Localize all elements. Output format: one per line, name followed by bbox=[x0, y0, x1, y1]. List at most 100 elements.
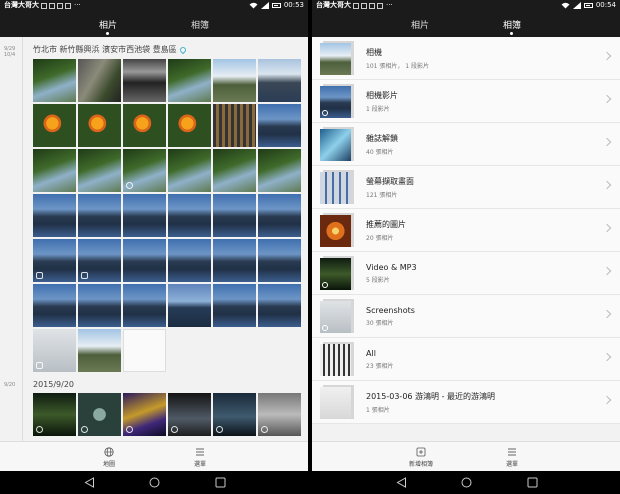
photo-thumbnail[interactable] bbox=[33, 194, 76, 237]
photo-thumbnail[interactable] bbox=[258, 194, 301, 237]
album-concert[interactable]: 2015-03-06 游鴻明 - 最近的游鴻明 1 張相片 bbox=[312, 381, 620, 424]
photo-thumbnail[interactable] bbox=[258, 104, 301, 147]
video-thumbnail[interactable] bbox=[78, 393, 121, 436]
album-name: Video & MP3 bbox=[366, 262, 417, 272]
photo-thumbnail[interactable] bbox=[168, 59, 211, 102]
tab-albums[interactable]: 相簿 bbox=[183, 11, 217, 37]
tab-albums[interactable]: 相簿 bbox=[495, 11, 529, 37]
photo-thumbnail[interactable] bbox=[78, 194, 121, 237]
group-date-start: 9/20 bbox=[4, 382, 16, 388]
back-icon[interactable] bbox=[84, 477, 95, 488]
chevron-right-icon bbox=[602, 51, 612, 61]
photo-thumbnail[interactable] bbox=[78, 284, 121, 327]
album-video-mp3[interactable]: Video & MP3 5 段影片 bbox=[312, 252, 620, 295]
chevron-right-icon bbox=[602, 223, 612, 233]
chevron-right-icon bbox=[602, 395, 612, 405]
photo-thumbnail[interactable] bbox=[213, 239, 256, 282]
album-screenshots-cn[interactable]: 螢幕擷取畫面 121 張相片 bbox=[312, 166, 620, 209]
video-thumbnail[interactable] bbox=[168, 393, 211, 436]
video-thumbnail[interactable] bbox=[123, 149, 166, 192]
system-nav-bar bbox=[312, 471, 620, 494]
photo-thumbnail[interactable] bbox=[33, 59, 76, 102]
photo-thumbnail[interactable] bbox=[213, 149, 256, 192]
home-icon[interactable] bbox=[149, 477, 160, 488]
video-thumbnail[interactable] bbox=[258, 393, 301, 436]
photo-thumbnail[interactable] bbox=[33, 149, 76, 192]
photo-thumbnail[interactable] bbox=[123, 104, 166, 147]
group-date-header[interactable]: 2015/9/20 bbox=[33, 380, 74, 389]
photo-thumbnail[interactable] bbox=[78, 59, 121, 102]
photo-thumbnail[interactable] bbox=[123, 284, 166, 327]
tab-photos[interactable]: 相片 bbox=[403, 11, 437, 37]
home-icon[interactable] bbox=[461, 477, 472, 488]
group-location: 竹北市 新竹縣興浜 濱安市西池袋 豊島區 bbox=[33, 45, 177, 54]
album-all[interactable]: All 23 張相片 bbox=[312, 338, 620, 381]
photo-thumbnail[interactable] bbox=[168, 194, 211, 237]
photo-thumbnail[interactable] bbox=[78, 149, 121, 192]
menu-button[interactable]: 選單 bbox=[487, 447, 537, 468]
photo-thumbnail[interactable] bbox=[258, 239, 301, 282]
album-screenshots[interactable]: Screenshots 30 張相片 bbox=[312, 295, 620, 338]
photo-thumbnail[interactable] bbox=[168, 149, 211, 192]
album-name: 相機影片 bbox=[366, 90, 398, 100]
panorama-badge-icon bbox=[36, 362, 43, 369]
photo-thumbnail[interactable] bbox=[123, 194, 166, 237]
album-count: 23 張相片 bbox=[366, 362, 394, 370]
album-count: 30 張相片 bbox=[366, 319, 394, 327]
video-badge-icon bbox=[126, 426, 133, 433]
video-thumbnail[interactable] bbox=[213, 393, 256, 436]
album-count: 5 段影片 bbox=[366, 276, 390, 284]
photo-thumbnail[interactable] bbox=[78, 104, 121, 147]
panorama-badge-icon bbox=[81, 272, 88, 279]
video-thumbnail[interactable] bbox=[123, 393, 166, 436]
tab-photos[interactable]: 相片 bbox=[91, 11, 125, 37]
recents-icon[interactable] bbox=[215, 477, 226, 488]
photo-thumbnail[interactable] bbox=[213, 59, 256, 102]
recents-icon[interactable] bbox=[527, 477, 538, 488]
photo-thumbnail[interactable] bbox=[168, 284, 211, 327]
video-thumbnail[interactable] bbox=[33, 393, 76, 436]
photo-thumbnail[interactable] bbox=[258, 59, 301, 102]
album-name: 螢幕擷取畫面 bbox=[366, 176, 414, 186]
album-count: 121 張相片 bbox=[366, 191, 398, 199]
group-location-header[interactable]: 竹北市 新竹縣興浜 濱安市西池袋 豊島區 bbox=[33, 44, 187, 55]
photo-thumbnail[interactable] bbox=[33, 239, 76, 282]
photo-thumbnail[interactable] bbox=[213, 284, 256, 327]
photo-thumbnail[interactable] bbox=[168, 104, 211, 147]
photo-thumbnail[interactable] bbox=[78, 329, 121, 372]
photo-thumbnail[interactable] bbox=[258, 149, 301, 192]
photo-thumbnail[interactable] bbox=[258, 284, 301, 327]
map-button[interactable]: 地圖 bbox=[84, 447, 134, 468]
system-nav-bar bbox=[0, 471, 308, 494]
menu-button[interactable]: 選單 bbox=[175, 447, 225, 468]
photo-thumbnail[interactable] bbox=[168, 239, 211, 282]
video-badge-icon bbox=[36, 426, 43, 433]
chevron-right-icon bbox=[602, 309, 612, 319]
notification-icon bbox=[57, 2, 63, 9]
photo-thumbnail[interactable] bbox=[123, 329, 166, 372]
photo-thumbnail[interactable] bbox=[123, 59, 166, 102]
photo-thumbnail[interactable] bbox=[213, 104, 256, 147]
album-camera[interactable]: 相機 101 張相片， 1 段影片 bbox=[312, 37, 620, 80]
notification-icon bbox=[377, 2, 383, 9]
new-album-button[interactable]: 新增相簿 bbox=[396, 447, 446, 468]
photo-thumbnail[interactable] bbox=[33, 104, 76, 147]
album-recommended[interactable]: 推薦的圖片 20 張相片 bbox=[312, 209, 620, 252]
album-camera-videos[interactable]: 相機影片 1 段影片 bbox=[312, 80, 620, 123]
panorama-badge-icon bbox=[36, 272, 43, 279]
photo-grid bbox=[33, 59, 301, 372]
photo-thumbnail[interactable] bbox=[213, 194, 256, 237]
album-name: 2015-03-06 游鴻明 - 最近的游鴻明 bbox=[366, 391, 496, 401]
carrier-name: 台灣大哥大 bbox=[4, 1, 39, 9]
photo-thumbnail[interactable] bbox=[123, 239, 166, 282]
chevron-right-icon bbox=[602, 94, 612, 104]
photo-thumbnail[interactable] bbox=[78, 239, 121, 282]
bottom-toolbar: 新增相簿 選單 bbox=[312, 441, 620, 471]
back-icon[interactable] bbox=[396, 477, 407, 488]
menu-label: 選單 bbox=[505, 461, 518, 468]
photo-thumbnail[interactable] bbox=[33, 284, 76, 327]
location-pin-icon bbox=[178, 45, 187, 54]
notification-icon bbox=[49, 2, 55, 9]
album-magazine-unlock[interactable]: 雜誌解鎖 40 張相片 bbox=[312, 123, 620, 166]
photo-thumbnail[interactable] bbox=[33, 329, 76, 372]
